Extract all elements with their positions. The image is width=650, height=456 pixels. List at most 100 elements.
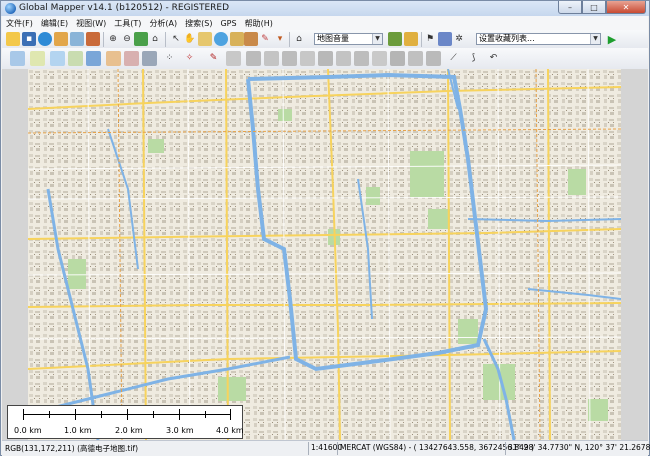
rotate-icon[interactable] xyxy=(282,51,297,66)
measure-line-icon[interactable]: ⟋ xyxy=(446,51,461,66)
play-icon[interactable]: ▶ xyxy=(605,32,619,46)
toolbar-separator xyxy=(421,32,422,47)
scale-label-4: 4.0 km xyxy=(216,426,244,435)
scale-tick xyxy=(153,411,154,418)
chevron-down-icon: ▼ xyxy=(590,34,600,44)
scale-tick xyxy=(230,409,231,420)
config-icon[interactable] xyxy=(86,32,100,46)
overlay-control-icon[interactable] xyxy=(70,32,84,46)
zoom-in-icon[interactable]: ⊕ xyxy=(106,32,120,46)
create-area-icon[interactable] xyxy=(30,51,45,66)
save-icon[interactable]: ▪ xyxy=(22,32,36,46)
menu-help[interactable]: 帮助(H) xyxy=(241,18,277,29)
create-line-icon[interactable] xyxy=(50,51,65,66)
scale-icon[interactable] xyxy=(300,51,315,66)
measure-icon[interactable] xyxy=(198,32,212,46)
scale-tick xyxy=(101,411,102,418)
toolbar-separator xyxy=(165,32,166,47)
catalog-icon[interactable] xyxy=(54,32,68,46)
scale-tick xyxy=(127,409,128,420)
map-layout-icon[interactable] xyxy=(388,32,402,46)
close-button[interactable]: ✕ xyxy=(606,1,646,14)
status-bar: RGB(131,172,211) (高德电子地图.tif) 1:41600 ME… xyxy=(2,440,650,456)
menu-search[interactable]: 搜索(S) xyxy=(181,18,216,29)
toolbar-separator xyxy=(289,32,290,47)
union-icon[interactable] xyxy=(354,51,369,66)
digitizer-icon[interactable]: ✎ xyxy=(258,32,272,46)
edit-feature-icon[interactable] xyxy=(10,51,25,66)
scale-tick xyxy=(49,411,50,418)
smooth-line-icon[interactable] xyxy=(264,51,279,66)
fill-icon[interactable] xyxy=(426,51,441,66)
settings-icon[interactable]: ✲ xyxy=(452,32,466,46)
map-canvas[interactable] xyxy=(28,69,621,440)
menu-gps[interactable]: GPS xyxy=(216,19,240,28)
pointer-icon[interactable]: ↖ xyxy=(169,32,183,46)
create-range-ring-icon[interactable] xyxy=(86,51,101,66)
status-divider xyxy=(505,442,506,455)
create-grid-icon[interactable] xyxy=(142,51,157,66)
3d-view-icon[interactable] xyxy=(230,32,244,46)
open-folder-icon[interactable] xyxy=(6,32,20,46)
create-text-icon[interactable] xyxy=(106,51,121,66)
undo-icon[interactable]: ↶ xyxy=(486,51,501,66)
snap-icon[interactable]: ⟆ xyxy=(466,51,481,66)
menu-file[interactable]: 文件(F) xyxy=(2,18,37,29)
config-combo[interactable]: 设置收藏列表... ▼ xyxy=(476,33,601,45)
intersect-icon[interactable] xyxy=(372,51,387,66)
scale-bar: 0.0 km 1.0 km 2.0 km 3.0 km 4.0 km xyxy=(7,405,244,439)
status-divider xyxy=(337,442,338,455)
export-icon[interactable] xyxy=(438,32,452,46)
scale-tick xyxy=(75,409,76,420)
move-vertex-icon[interactable]: ✧ xyxy=(182,51,197,66)
layer-combo-value: 地图音量 xyxy=(317,34,349,43)
map-image xyxy=(28,69,621,440)
globe-icon xyxy=(5,3,16,14)
crop-icon[interactable] xyxy=(336,51,351,66)
digitizer-toolbar: ⁘ ✧ ✎ ⟋ ⟆ ↶ xyxy=(2,48,648,70)
3d-house-icon[interactable]: ⌂ xyxy=(292,32,306,46)
scale-tick xyxy=(23,409,24,420)
scale-label-0: 0.0 km xyxy=(14,426,42,435)
scale-tick xyxy=(179,409,180,420)
shader-icon[interactable] xyxy=(404,32,418,46)
menu-edit[interactable]: 编辑(E) xyxy=(37,18,72,29)
pencil-icon[interactable]: ✎ xyxy=(206,51,221,66)
buffer-icon[interactable] xyxy=(318,51,333,66)
create-point-icon[interactable] xyxy=(68,51,83,66)
status-divider xyxy=(308,442,309,455)
minimize-button[interactable]: – xyxy=(558,1,582,14)
home-icon[interactable]: ⌂ xyxy=(148,32,162,46)
menu-analysis[interactable]: 分析(A) xyxy=(145,18,181,29)
window-title: Global Mapper v14.1 (b120512) - REGISTER… xyxy=(19,3,229,13)
status-rgb: RGB(131,172,211) (高德电子地图.tif) xyxy=(5,444,139,453)
status-latlon: 31° 28' 34.7730" N, 120° 37' 21.2678" E xyxy=(508,443,650,452)
pan-hand-icon[interactable]: ✋ xyxy=(183,32,197,46)
scale-tick xyxy=(205,411,206,418)
create-arc-icon[interactable] xyxy=(124,51,139,66)
globe-connect-icon[interactable] xyxy=(38,32,52,46)
scale-label-2: 2.0 km xyxy=(115,426,143,435)
app-window: Global Mapper v14.1 (b120512) - REGISTER… xyxy=(0,0,650,456)
flag-icon[interactable]: ⚑ xyxy=(423,32,437,46)
zoom-out-icon[interactable]: ⊖ xyxy=(120,32,134,46)
difference-icon[interactable] xyxy=(390,51,405,66)
full-view-icon[interactable] xyxy=(134,32,148,46)
layer-combo[interactable]: 地图音量 ▼ xyxy=(314,33,383,45)
scale-label-1: 1.0 km xyxy=(64,426,92,435)
path-profile-icon[interactable] xyxy=(244,32,258,46)
dropdown-arrow-icon[interactable]: ▾ xyxy=(273,32,287,46)
vertex-icon[interactable]: ⁘ xyxy=(162,51,177,66)
menu-view[interactable]: 视图(W) xyxy=(72,18,110,29)
join-line-icon[interactable] xyxy=(246,51,261,66)
menu-tools[interactable]: 工具(T) xyxy=(110,18,145,29)
config-combo-value: 设置收藏列表... xyxy=(479,34,535,43)
simplify-icon[interactable] xyxy=(408,51,423,66)
chevron-down-icon: ▼ xyxy=(372,34,382,44)
scale-label-3: 3.0 km xyxy=(166,426,194,435)
info-icon[interactable] xyxy=(214,32,228,46)
split-line-icon[interactable] xyxy=(226,51,241,66)
maximize-button[interactable]: □ xyxy=(582,1,606,14)
toolbar-separator xyxy=(103,32,104,47)
map-view-area[interactable]: 0.0 km 1.0 km 2.0 km 3.0 km 4.0 km xyxy=(2,69,648,440)
